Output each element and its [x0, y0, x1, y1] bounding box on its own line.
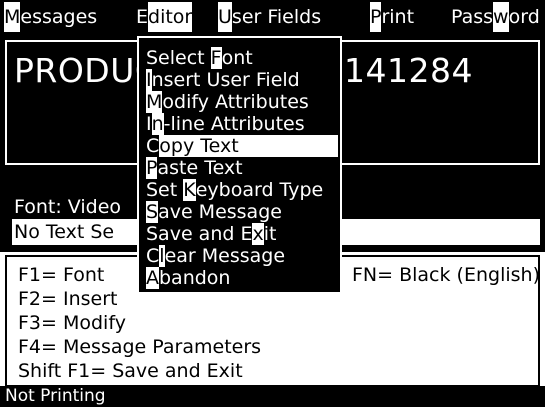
message-text-right: 141284 [344, 51, 473, 90]
menu-item-clear-message[interactable]: Clear Message [146, 245, 338, 267]
menu-item-set-keyboard-type[interactable]: Set Keyboard Type [146, 179, 338, 201]
help-fn: FN= Black (English) [352, 264, 540, 286]
menu-user-fields[interactable]: User Fields [218, 2, 321, 32]
menu-item-abandon[interactable]: Abandon [146, 267, 338, 289]
menu-item-insert-user-field[interactable]: Insert User Field [146, 69, 338, 91]
menu-bar: Messages Editor User Fields Print Passwo… [0, 0, 545, 34]
help-f1: F1= Font [18, 264, 105, 286]
menu-item-copy-text[interactable]: Copy Text [146, 135, 338, 157]
help-f4: F4= Message Parameters [18, 336, 262, 358]
menu-item-paste-text[interactable]: Paste Text [146, 157, 338, 179]
menu-print[interactable]: Print [370, 2, 414, 32]
help-shift-f1: Shift F1= Save and Exit [18, 360, 243, 382]
printer-status-bar: Not Printing [0, 386, 545, 407]
help-f2: F2= Insert [18, 288, 118, 310]
menu-item-save-message[interactable]: Save Message [146, 201, 338, 223]
menu-messages[interactable]: Messages [4, 2, 97, 32]
font-info: Font: Video [14, 196, 122, 218]
menu-editor[interactable]: Editor [136, 2, 193, 32]
menu-item-select-font[interactable]: Select Font [146, 47, 338, 69]
menu-item-inline-attributes[interactable]: In-line Attributes [146, 113, 338, 135]
editor-dropdown-menu: Select Font Insert User Field Modify Att… [137, 36, 342, 294]
help-f3: F3= Modify [18, 312, 126, 334]
menu-password[interactable]: Password [451, 2, 540, 32]
menu-item-save-and-exit[interactable]: Save and Exit [146, 223, 338, 245]
menu-item-modify-attributes[interactable]: Modify Attributes [146, 91, 338, 113]
